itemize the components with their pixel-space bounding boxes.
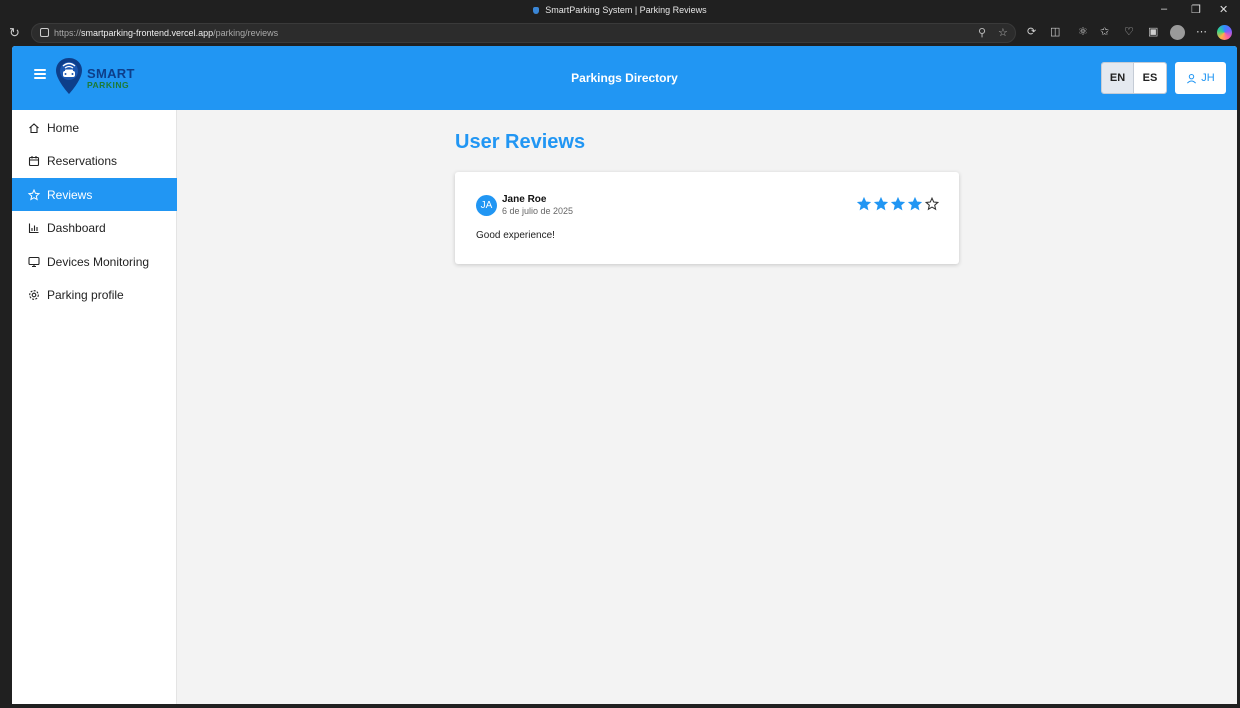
app-header: SMART PARKING Parkings Directory EN ES J… bbox=[12, 46, 1237, 110]
rating-stars bbox=[857, 197, 939, 211]
star-icon bbox=[28, 188, 40, 201]
sidebar-item-reservations[interactable]: Reservations bbox=[12, 144, 177, 177]
calendar-icon bbox=[28, 155, 40, 167]
star-empty-icon bbox=[925, 197, 939, 211]
extensions-icon[interactable]: ⟳ bbox=[1027, 25, 1036, 38]
favorite-icon[interactable]: ☆ bbox=[998, 26, 1008, 39]
review-card: JA Jane Roe 6 de julio de 2025 Good expe… bbox=[455, 172, 959, 264]
star-filled-icon bbox=[874, 197, 888, 211]
home-icon bbox=[28, 122, 40, 134]
sidebar-item-label: Parking profile bbox=[47, 287, 124, 302]
lang-es-button[interactable]: ES bbox=[1134, 63, 1166, 93]
copilot-icon[interactable] bbox=[1217, 25, 1232, 40]
user-menu-button[interactable]: JH bbox=[1175, 62, 1226, 94]
sidebar-item-dashboard[interactable]: Dashboard bbox=[12, 211, 177, 244]
key-icon[interactable]: ⚲ bbox=[978, 26, 986, 39]
sidebar-item-label: Reservations bbox=[47, 153, 118, 168]
extension-icon[interactable]: ⚛ bbox=[1078, 25, 1088, 38]
close-icon[interactable]: ✕ bbox=[1219, 3, 1228, 16]
minimize-icon[interactable]: – bbox=[1161, 3, 1167, 15]
sidebar-item-label: Reviews bbox=[47, 187, 93, 202]
browser-titlebar: SmartParking System | Parking Reviews – … bbox=[0, 0, 1240, 20]
star-filled-icon bbox=[891, 197, 905, 211]
lang-en-button[interactable]: EN bbox=[1102, 63, 1134, 93]
profile-avatar-icon[interactable] bbox=[1170, 25, 1185, 40]
language-switcher: EN ES bbox=[1101, 62, 1167, 94]
collections-icon[interactable]: ▣ bbox=[1148, 25, 1158, 38]
sidebar-item-label: Devices Monitoring bbox=[47, 254, 150, 269]
favorites-icon[interactable]: ✩ bbox=[1100, 25, 1109, 38]
sidebar: Home Reservations Reviews Dashboard Devi… bbox=[12, 110, 177, 704]
sidebar-item-home[interactable]: Home bbox=[12, 111, 177, 144]
reload-icon[interactable]: ↻ bbox=[9, 25, 20, 41]
review-text: Good experience! bbox=[476, 230, 555, 241]
browser-essentials-icon[interactable]: ♡ bbox=[1124, 25, 1134, 38]
sidebar-item-devices-monitoring[interactable]: Devices Monitoring bbox=[12, 245, 177, 278]
tab-title: SmartParking System | Parking Reviews bbox=[0, 5, 1240, 15]
review-date: 6 de julio de 2025 bbox=[502, 206, 574, 216]
address-bar[interactable]: https://smartparking-frontend.vercel.app… bbox=[31, 23, 1016, 43]
sidebar-item-label: Home bbox=[47, 120, 80, 135]
page-title: User Reviews bbox=[455, 131, 586, 153]
user-icon bbox=[1187, 73, 1197, 83]
sidebar-item-label: Dashboard bbox=[47, 220, 106, 235]
bar-chart-icon bbox=[28, 222, 40, 234]
tab-title-text: SmartParking System | Parking Reviews bbox=[545, 5, 707, 15]
reviewer-name: Jane Roe bbox=[502, 194, 547, 205]
more-icon[interactable]: ⋯ bbox=[1196, 25, 1207, 38]
star-filled-icon bbox=[908, 197, 922, 211]
sidebar-item-parking-profile[interactable]: Parking profile bbox=[12, 278, 177, 311]
star-filled-icon bbox=[857, 197, 871, 211]
user-initials: JH bbox=[1201, 72, 1215, 84]
gear-icon bbox=[28, 289, 40, 301]
monitor-icon bbox=[28, 256, 40, 268]
sidebar-item-reviews[interactable]: Reviews bbox=[12, 178, 177, 211]
restore-icon[interactable]: ❐ bbox=[1191, 3, 1201, 16]
lock-icon bbox=[40, 28, 49, 37]
avatar: JA bbox=[476, 195, 497, 216]
app-viewport: SMART PARKING Parkings Directory EN ES J… bbox=[12, 46, 1237, 704]
split-screen-icon[interactable]: ◫ bbox=[1050, 25, 1060, 38]
favicon-icon bbox=[533, 7, 540, 14]
url-text[interactable]: https://smartparking-frontend.vercel.app… bbox=[54, 28, 278, 38]
header-title: Parkings Directory bbox=[571, 71, 678, 85]
